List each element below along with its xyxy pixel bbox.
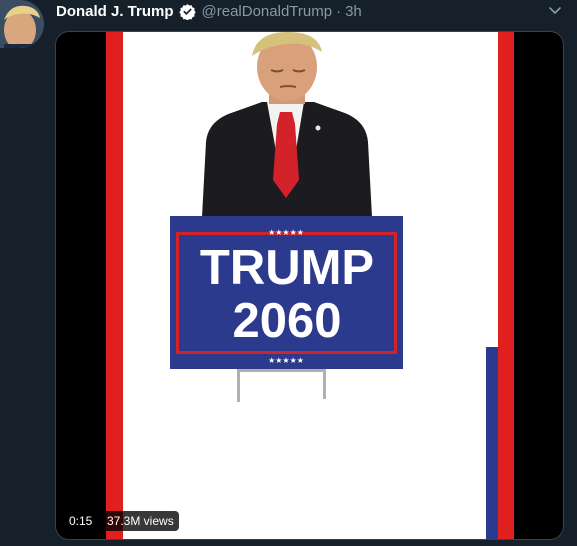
sign-stars-top: ★★★★★ (268, 228, 304, 237)
separator-dot: · (336, 2, 342, 20)
tweet-timestamp[interactable]: 3h (345, 3, 362, 20)
author-name[interactable]: Donald J. Trump (56, 3, 174, 20)
video-frame: ★★★★★ ★★★★★ TRUMP 2060 (106, 32, 514, 539)
sign-title: TRUMP (200, 241, 374, 295)
sign-stars-bottom: ★★★★★ (268, 356, 304, 365)
video-duration: 0:15 (64, 511, 98, 531)
sign-year: 2060 (232, 294, 341, 348)
tweet-header: Donald J. Trump @realDonaldTrump · 3h (56, 0, 362, 22)
video-views: 37.3M views (102, 511, 179, 531)
chevron-down-icon[interactable] (547, 2, 563, 18)
tweet: Donald J. Trump @realDonaldTrump · 3h ★★… (0, 0, 577, 546)
author-handle[interactable]: @realDonaldTrump (202, 3, 333, 20)
avatar[interactable] (0, 0, 44, 48)
video-player[interactable]: ★★★★★ ★★★★★ TRUMP 2060 0:15 37.3M views (55, 31, 564, 540)
verified-badge-icon (178, 3, 196, 20)
